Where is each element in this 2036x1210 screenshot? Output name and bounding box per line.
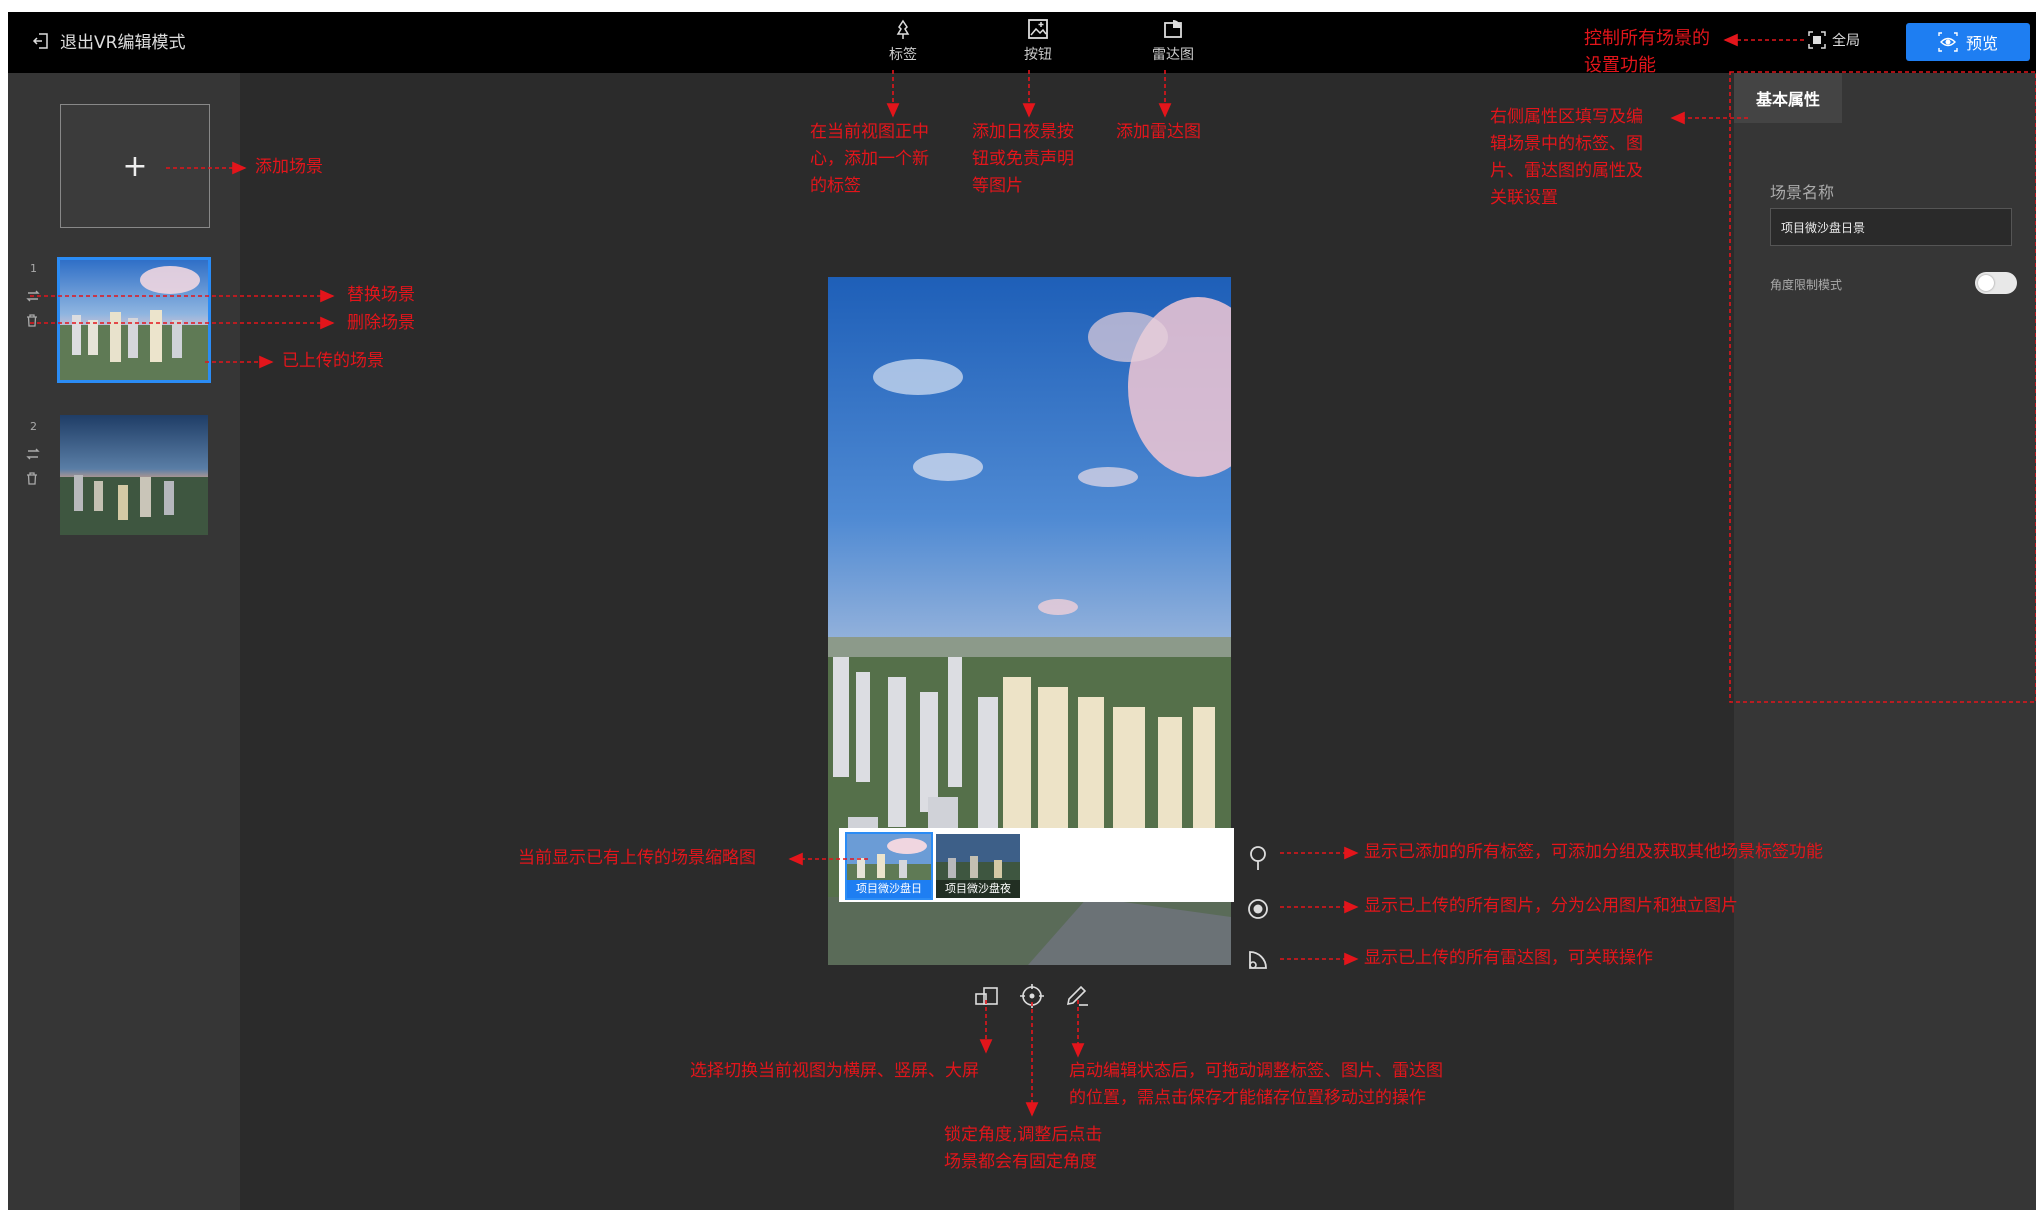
annotation-global-control: 控制所有场景的 设置功能 — [1584, 28, 1710, 76]
annotation-uploaded-scene: 已上传的场景 — [282, 351, 384, 371]
eye-icon — [1938, 32, 1958, 52]
annotation-delete-scene: 删除场景 — [347, 313, 415, 333]
global-label: 全局 — [1832, 33, 1860, 49]
button-tool-label: 按钮 — [1024, 47, 1052, 63]
strip-thumb-night-caption: 项目微沙盘夜 — [936, 880, 1020, 898]
image-add-icon — [1028, 19, 1048, 39]
exit-icon — [32, 32, 48, 49]
strip-thumb-day[interactable]: 项目微沙盘日 — [845, 832, 933, 900]
image-list-icon[interactable] — [1247, 898, 1269, 920]
angle-limit-toggle[interactable] — [1975, 272, 2017, 294]
scene-index: 1 — [30, 262, 37, 275]
scene-thumbnail-night[interactable] — [60, 415, 208, 535]
replace-scene-icon[interactable] — [26, 290, 40, 302]
fullscreen-icon — [1808, 31, 1826, 49]
lock-angle-icon[interactable] — [1020, 984, 1044, 1008]
global-settings-button[interactable]: 全局 — [1808, 30, 1860, 50]
radar-tool-label: 雷达图 — [1152, 47, 1194, 63]
annotation-tags-list: 显示已添加的所有标签，可添加分组及获取其他场景标签功能 — [1364, 842, 1823, 862]
strip-thumb-day-caption: 项目微沙盘日 — [847, 880, 931, 898]
scene-index: 2 — [30, 420, 37, 433]
add-scene-button[interactable]: + — [60, 104, 210, 228]
scene-night-image — [60, 415, 208, 535]
annotation-lock-angle: 锁定角度,调整后点击 场景都会有固定角度 — [944, 1125, 1103, 1172]
screen-switch-icon[interactable] — [975, 985, 999, 1007]
annotation-radar-tool: 添加雷达图 — [1116, 122, 1201, 142]
radar-icon — [1164, 20, 1182, 38]
scene-thumbnail-day[interactable] — [57, 257, 211, 383]
exit-label: 退出VR编辑模式 — [60, 33, 186, 53]
annotation-button-tool: 添加日夜景按 钮或免责声明 等图片 — [972, 122, 1074, 196]
annotation-replace-scene: 替换场景 — [347, 285, 415, 305]
annotation-add-scene: 添加场景 — [255, 157, 323, 177]
pin-icon — [896, 19, 910, 39]
angle-limit-label: 角度限制模式 — [1770, 278, 1843, 292]
delete-scene-icon[interactable] — [26, 472, 38, 485]
tab-basic-properties[interactable]: 基本属性 — [1734, 73, 1842, 123]
edit-icon[interactable] — [1065, 983, 1089, 1007]
scene-list-panel — [8, 73, 240, 1210]
top-bar: 退出VR编辑模式 标签 按钮 雷达图 全局 预览 — [8, 12, 2036, 73]
annotation-edit-mode: 启动编辑状态后，可拖动调整标签、图片、雷达图 的位置，需点击保存才能储存位置移动过… — [1069, 1061, 1443, 1108]
annotation-radar-list: 显示已上传的所有雷达图，可关联操作 — [1364, 948, 1653, 968]
tag-tool-button[interactable]: 标签 — [868, 18, 938, 64]
button-tool-button[interactable]: 按钮 — [1003, 18, 1073, 64]
properties-panel: 基本属性 场景名称 角度限制模式 — [1734, 73, 2036, 1210]
annotation-thumb-strip: 当前显示已有上传的场景缩略图 — [518, 848, 756, 868]
scene-name-label: 场景名称 — [1770, 183, 1835, 202]
tag-tool-label: 标签 — [889, 47, 917, 63]
preview-button[interactable]: 预览 — [1906, 23, 2030, 61]
radar-list-icon[interactable] — [1246, 948, 1270, 972]
scene-day-image — [60, 260, 208, 380]
delete-scene-icon[interactable] — [26, 314, 38, 327]
plus-icon: + — [122, 148, 148, 184]
exit-vr-edit-button[interactable]: 退出VR编辑模式 — [32, 28, 185, 53]
preview-label: 预览 — [1965, 34, 1998, 53]
scene-thumbnail-strip: 项目微沙盘日 项目微沙盘夜 — [839, 828, 1234, 902]
annotation-right-panel: 右侧属性区填写及编 辑场景中的标签、图 片、雷达图的属性及 关联设置 — [1490, 107, 1643, 208]
annotation-switch-view: 选择切换当前视图为横屏、竖屏、大屏 — [690, 1061, 979, 1081]
annotation-tag-tool: 在当前视图正中 心，添加一个新 的标签 — [810, 122, 929, 196]
strip-thumb-night[interactable]: 项目微沙盘夜 — [936, 834, 1020, 898]
scene-name-input[interactable] — [1770, 208, 2012, 246]
annotation-images-list: 显示已上传的所有图片，分为公用图片和独立图片 — [1364, 896, 1738, 916]
tag-list-icon[interactable] — [1248, 845, 1268, 871]
replace-scene-icon[interactable] — [26, 448, 40, 460]
radar-tool-button[interactable]: 雷达图 — [1138, 18, 1208, 64]
